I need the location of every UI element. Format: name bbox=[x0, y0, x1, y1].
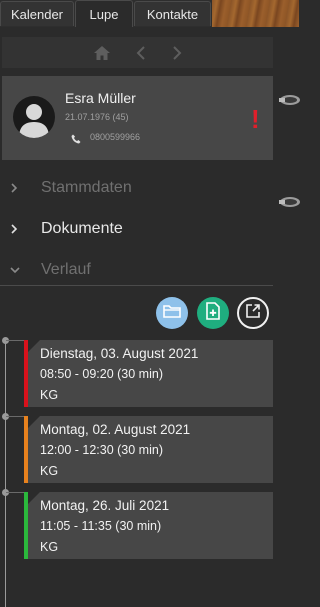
entry-time: 12:00 - 12:30 (30 min) bbox=[40, 443, 163, 457]
folder-icon bbox=[163, 304, 181, 323]
tab-bar: Kalender Lupe Kontakte bbox=[0, 0, 299, 27]
corner-fold bbox=[28, 416, 40, 428]
timeline-connector bbox=[6, 492, 26, 493]
corner-fold bbox=[28, 340, 40, 352]
navigation-bar bbox=[2, 37, 273, 68]
entry-date: Montag, 26. Juli 2021 bbox=[40, 498, 170, 513]
timeline-entry[interactable]: Montag, 02. August 2021 12:00 - 12:30 (3… bbox=[24, 416, 273, 483]
open-folder-button[interactable] bbox=[156, 297, 188, 329]
export-button[interactable] bbox=[237, 297, 269, 329]
section-dokumente[interactable]: Dokumente bbox=[0, 214, 299, 244]
avatar bbox=[13, 96, 55, 138]
alert-icon[interactable]: ! bbox=[251, 106, 260, 132]
section-stammdaten[interactable]: Stammdaten bbox=[0, 173, 299, 203]
entry-type: KG bbox=[40, 540, 59, 554]
divider bbox=[0, 285, 273, 286]
chevron-right-icon[interactable] bbox=[172, 45, 182, 60]
timeline-line bbox=[5, 340, 6, 607]
export-icon bbox=[245, 303, 261, 324]
tab-kontakte[interactable]: Kontakte bbox=[134, 1, 211, 26]
patient-birthdate: 21.07.1976 (45) bbox=[65, 112, 129, 122]
chevron-right-icon bbox=[9, 222, 19, 240]
home-icon[interactable] bbox=[93, 45, 110, 60]
ring-hook-icon bbox=[279, 95, 300, 105]
entry-date: Montag, 02. August 2021 bbox=[40, 422, 191, 437]
entry-type: KG bbox=[40, 464, 59, 478]
phone-icon bbox=[71, 131, 81, 149]
patient-name: Esra Müller bbox=[65, 90, 136, 106]
timeline-connector bbox=[6, 416, 26, 417]
timeline-entry[interactable]: Montag, 26. Juli 2021 11:05 - 11:35 (30 … bbox=[24, 492, 273, 559]
wood-background bbox=[212, 0, 299, 27]
patient-card[interactable]: Esra Müller 21.07.1976 (45) 0800599966 ! bbox=[2, 76, 273, 160]
corner-fold bbox=[28, 492, 40, 504]
timeline-entry[interactable]: Dienstag, 03. August 2021 08:50 - 09:20 … bbox=[24, 340, 273, 407]
patient-phone[interactable]: 0800599966 bbox=[90, 132, 140, 142]
tab-kalender[interactable]: Kalender bbox=[0, 1, 74, 26]
chevron-right-icon bbox=[9, 181, 19, 199]
entry-type: KG bbox=[40, 388, 59, 402]
add-document-button[interactable] bbox=[197, 297, 229, 329]
timeline-connector bbox=[6, 340, 26, 341]
entry-date: Dienstag, 03. August 2021 bbox=[40, 346, 199, 361]
section-label: Dokumente bbox=[41, 220, 123, 237]
chevron-down-icon bbox=[9, 263, 21, 281]
chevron-left-icon[interactable] bbox=[136, 45, 146, 60]
add-document-icon bbox=[205, 301, 221, 325]
section-verlauf[interactable]: Verlauf bbox=[0, 255, 299, 285]
tab-lupe[interactable]: Lupe bbox=[75, 0, 133, 27]
entry-time: 08:50 - 09:20 (30 min) bbox=[40, 367, 163, 381]
section-label: Verlauf bbox=[41, 261, 91, 278]
section-label: Stammdaten bbox=[41, 179, 132, 196]
entry-time: 11:05 - 11:35 (30 min) bbox=[40, 519, 162, 533]
